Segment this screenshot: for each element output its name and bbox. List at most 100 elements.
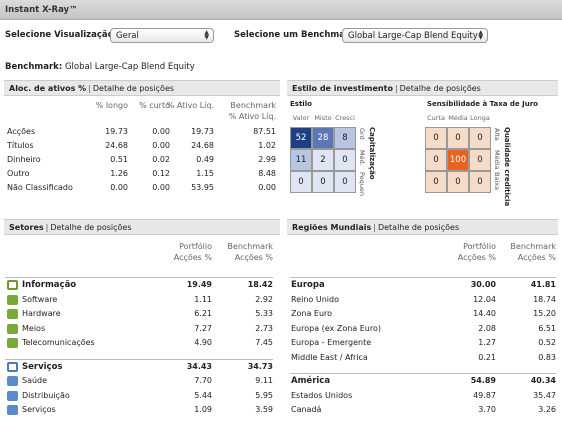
- setores-cell: 7.45: [255, 338, 273, 347]
- setores-row-label: Serviços: [22, 405, 56, 414]
- equity-style-row-label: Pequen: [358, 172, 366, 197]
- setores-cell: 2.73: [255, 323, 273, 333]
- alloc-cell: 0.00: [152, 183, 170, 192]
- fixed-income-cell: 0: [425, 127, 447, 149]
- regioes-row-label: Reino Unido: [291, 294, 339, 304]
- telecom-icon: [7, 338, 18, 348]
- setores-cell: 3.59: [255, 405, 273, 414]
- estilo-holdings-link[interactable]: Detalhe de posições: [400, 84, 481, 93]
- equity-style-title: Estilo: [290, 100, 312, 108]
- fixed-income-col-label: Longa: [470, 114, 490, 122]
- setores-row-label: Telecomunicações: [22, 338, 95, 347]
- setores-row-label: Informação: [22, 280, 77, 290]
- regioes-cell: 2.08: [478, 323, 496, 333]
- fixed-income-row-label: Média: [493, 150, 501, 170]
- regioes-cell: 30.00: [470, 280, 496, 289]
- alloc-title: Aloc. de ativos %: [9, 84, 87, 93]
- setores-cell: 5.44: [194, 390, 212, 400]
- equity-style-cell: 52: [290, 127, 312, 149]
- equity-style-cell: 0: [312, 171, 334, 193]
- benchmark-line-label: Benchmark:: [5, 62, 63, 72]
- regioes-row-label: Europa - Emergente: [291, 338, 372, 347]
- software-icon: [7, 294, 18, 305]
- alloc-cell: 1.02: [258, 141, 276, 150]
- benchmark-select-label: Selecione um Benchmark: [234, 30, 355, 40]
- window-titlebar: Instant X-Ray™: [0, 0, 562, 20]
- fixed-income-row-label: Baixa: [493, 172, 501, 191]
- regioes-row-label: Europa: [291, 280, 325, 290]
- regioes-holdings-link[interactable]: Detalhe de posições: [378, 223, 459, 232]
- equity-style-cell: 28: [312, 127, 334, 149]
- equity-style-col-label: Misto: [314, 114, 332, 122]
- fixed-income-cell: 0: [425, 171, 447, 193]
- visualizacao-select[interactable]: Geral ▲ ▼: [110, 28, 214, 43]
- equity-style-row-label: Méd.: [358, 150, 366, 166]
- setores-cell: 5.95: [255, 390, 273, 400]
- alloc-cell: 53.95: [191, 183, 214, 192]
- setores-col-header: Acções %: [173, 253, 212, 262]
- alloc-cell: 2.99: [258, 155, 276, 164]
- visualizacao-value: Geral: [116, 31, 139, 41]
- regioes-cell: 3.26: [538, 405, 556, 414]
- regioes-cell: 3.70: [478, 405, 496, 414]
- alloc-col-header: % curto: [139, 101, 170, 110]
- setores-cell: 6.21: [194, 309, 212, 318]
- alloc-cell: 0.00: [152, 127, 170, 136]
- fixed-income-axis-label: Qualidade crediticia: [503, 127, 511, 207]
- setores-cell: 7.27: [194, 323, 212, 333]
- estilo-header: Estilo de investimento | Detalhe de posiçõ…: [287, 80, 558, 96]
- setores-header: Setores | Detalhe de posições: [4, 219, 280, 235]
- equity-style-row-label: Grd: [358, 128, 366, 140]
- fixed-income-row-label: Alta: [493, 128, 501, 141]
- setores-holdings-link[interactable]: Detalhe de posições: [50, 223, 131, 232]
- regioes-cell: 6.51: [538, 323, 556, 333]
- setores-cell: 34.73: [247, 361, 273, 371]
- equity-style-cell: 8: [334, 127, 356, 149]
- setores-cell: 5.33: [255, 309, 273, 318]
- regioes-col-header: Acções %: [457, 253, 496, 262]
- setores-row-label: Software: [22, 294, 58, 304]
- benchmark-line: Benchmark: Global Large-Cap Blend Equity: [5, 62, 195, 72]
- regioes-cell: 15.20: [533, 309, 556, 318]
- benchmark-select-value: Global Large-Cap Blend Equity: [348, 31, 478, 41]
- distribution-icon: [7, 390, 18, 401]
- regioes-col-header: Benchmark: [510, 242, 556, 251]
- setores-cell: 1.09: [194, 405, 212, 414]
- alloc-cell: 1.15: [196, 169, 214, 178]
- setores-row-label: Serviços: [22, 361, 63, 372]
- setores-cell: 34.43: [186, 361, 212, 371]
- estilo-title: Estilo de investimento: [292, 84, 393, 93]
- setores-cell: 2.92: [255, 294, 273, 304]
- setores-group-divider: [5, 358, 273, 360]
- equity-style-cell: 0: [334, 171, 356, 193]
- regioes-cell: 41.81: [530, 280, 556, 289]
- alloc-col-header: Benchmark: [230, 101, 276, 110]
- regioes-row-label: Canadá: [291, 405, 322, 414]
- benchmark-select[interactable]: Global Large-Cap Blend Equity ▲ ▼: [342, 28, 488, 43]
- equity-style-cell: 0: [334, 149, 356, 171]
- alloc-row-label: Não Classificado: [7, 183, 73, 192]
- fixed-income-cell: 0: [447, 171, 469, 193]
- regioes-row-label: Europa (ex Zona Euro): [291, 323, 381, 333]
- regioes-cell: 35.47: [533, 390, 556, 400]
- regioes-cell: 49.87: [473, 390, 496, 400]
- alloc-cell: 0.00: [152, 141, 170, 150]
- alloc-cell: 0.49: [196, 155, 214, 164]
- setores-col-header: Acções %: [234, 253, 273, 262]
- setores-col-header: Portfólio: [179, 242, 212, 251]
- setores-cell: 18.42: [247, 280, 273, 289]
- media-icon: [7, 323, 18, 334]
- regioes-row-label: Middle East / Africa: [291, 352, 368, 362]
- setores-title: Setores: [9, 223, 44, 232]
- alloc-cell: 0.00: [258, 183, 276, 192]
- setores-col-header: Benchmark: [227, 242, 273, 251]
- consumer-services-icon: [7, 405, 18, 415]
- setores-cell: 7.70: [194, 376, 212, 385]
- equity-style-cell: 2: [312, 149, 334, 171]
- alloc-cell: 19.73: [191, 127, 214, 136]
- window-title: Instant X-Ray™: [5, 5, 78, 15]
- alloc-holdings-link[interactable]: Detalhe de posições: [93, 84, 174, 93]
- equity-style-col-label: Valor: [292, 114, 310, 122]
- regioes-group-divider: [290, 373, 556, 374]
- fixed-income-col-label: Curta: [427, 114, 445, 122]
